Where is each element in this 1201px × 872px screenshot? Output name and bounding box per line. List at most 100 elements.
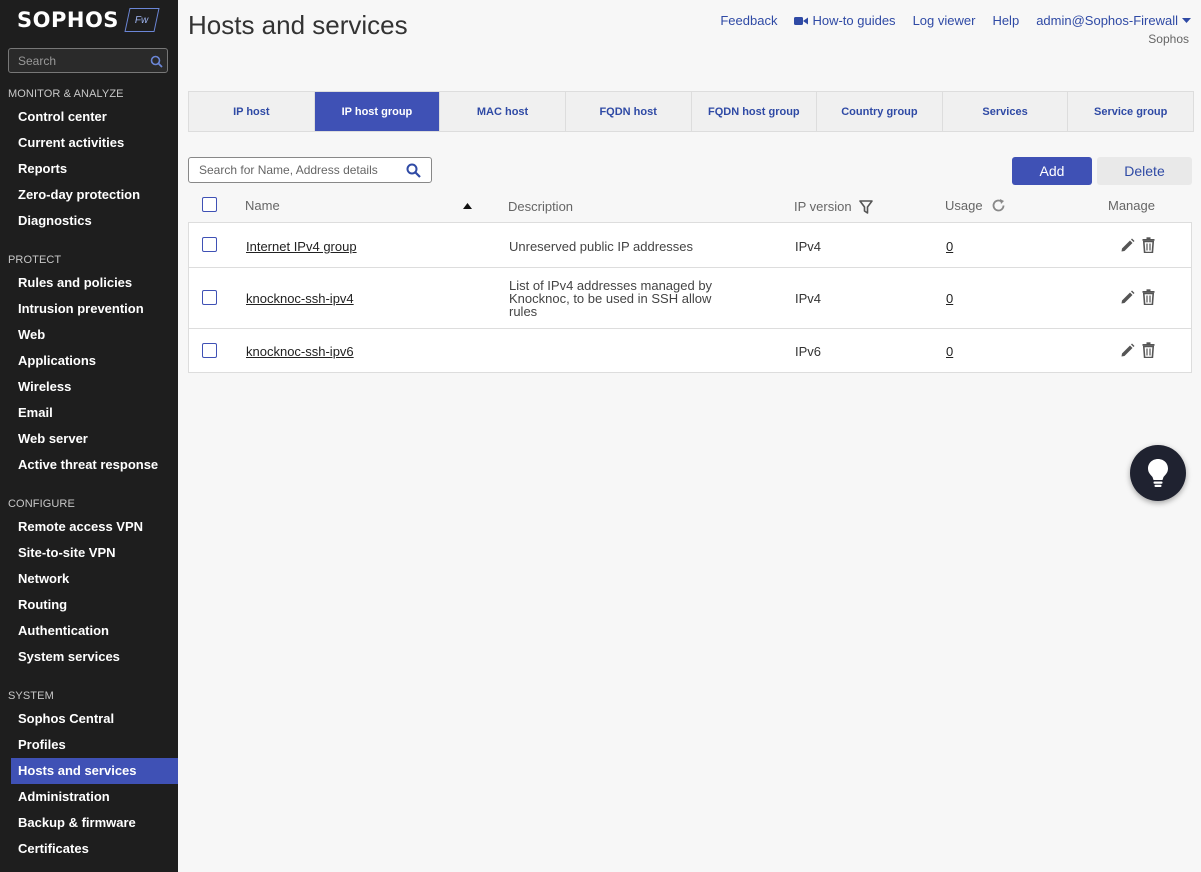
nav-web-server[interactable]: Web server (11, 426, 178, 452)
top-links: Feedback How-to guides Log viewer Help a… (703, 13, 1191, 28)
table-row: knocknoc-ssh-ipv6 IPv6 0 (189, 329, 1191, 372)
nav-reports[interactable]: Reports (11, 156, 178, 182)
row-usage-link[interactable]: 0 (946, 344, 953, 359)
section-configure: CONFIGURE (8, 498, 75, 510)
nav-backup-firmware[interactable]: Backup & firmware (11, 810, 178, 836)
column-name[interactable]: Name (245, 198, 280, 213)
sophos-logo[interactable]: SOPHOS Fw (17, 6, 160, 34)
row-ip-version: IPv6 (795, 344, 822, 359)
nav-sophos-central[interactable]: Sophos Central (11, 706, 178, 732)
howto-guides-link[interactable]: How-to guides (794, 13, 896, 28)
tab-service-group[interactable]: Service group (1068, 92, 1193, 131)
column-name-label: Name (245, 198, 280, 213)
table-body: Internet IPv4 group Unreserved public IP… (188, 223, 1192, 373)
column-manage-label: Manage (1108, 198, 1155, 213)
column-description: Description (508, 199, 573, 214)
help-link[interactable]: Help (992, 13, 1019, 28)
feedback-link[interactable]: Feedback (720, 13, 777, 28)
nav-web[interactable]: Web (11, 322, 178, 348)
tab-country-group[interactable]: Country group (817, 92, 943, 131)
nav-control-center[interactable]: Control center (11, 104, 178, 130)
row-ip-version: IPv4 (795, 239, 822, 254)
tab-ip-host-group[interactable]: IP host group (314, 92, 441, 131)
nav-profiles[interactable]: Profiles (11, 732, 178, 758)
grid-search[interactable] (188, 157, 432, 183)
tab-fqdn-host-group[interactable]: FQDN host group (692, 92, 818, 131)
nav-wireless[interactable]: Wireless (11, 374, 178, 400)
nav-current-activities[interactable]: Current activities (11, 130, 178, 156)
row-name-link[interactable]: knocknoc-ssh-ipv6 (246, 344, 354, 359)
howto-guides-label: How-to guides (812, 13, 896, 28)
nav-zero-day-protection[interactable]: Zero-day protection (11, 182, 178, 208)
sidebar-search[interactable] (8, 48, 168, 73)
refresh-icon[interactable] (991, 198, 1006, 213)
grid-search-input[interactable] (189, 158, 399, 182)
tab-ip-host[interactable]: IP host (189, 92, 315, 131)
column-ip-version-label: IP version (794, 199, 852, 214)
sidebar-search-input[interactable] (9, 53, 145, 68)
nav-certificates[interactable]: Certificates (11, 836, 178, 862)
row-usage-link[interactable]: 0 (946, 239, 953, 254)
row-name-link[interactable]: Internet IPv4 group (246, 239, 357, 254)
row-checkbox[interactable] (202, 290, 217, 305)
nav-routing[interactable]: Routing (11, 592, 178, 618)
table-row: knocknoc-ssh-ipv4 List of IPv4 addresses… (189, 268, 1191, 329)
row-name-link[interactable]: knocknoc-ssh-ipv4 (246, 291, 354, 306)
section-system: SYSTEM (8, 690, 54, 702)
user-menu[interactable]: admin@Sophos-Firewall (1036, 13, 1191, 28)
tab-bar: IP host IP host group MAC host FQDN host… (188, 91, 1194, 132)
tab-services[interactable]: Services (943, 92, 1069, 131)
table-row: Internet IPv4 group Unreserved public IP… (189, 223, 1191, 268)
tab-mac-host[interactable]: MAC host (440, 92, 566, 131)
delete-button[interactable]: Delete (1097, 157, 1192, 185)
column-usage: Usage (945, 198, 1006, 213)
sort-ascending-icon[interactable] (463, 203, 472, 209)
tab-fqdn-host[interactable]: FQDN host (566, 92, 692, 131)
row-usage-link[interactable]: 0 (946, 291, 953, 306)
nav-diagnostics[interactable]: Diagnostics (11, 208, 178, 234)
column-description-label: Description (508, 199, 574, 214)
lightbulb-icon (1148, 459, 1168, 487)
lightbulb-help-button[interactable] (1130, 445, 1186, 501)
nav-remote-access-vpn[interactable]: Remote access VPN (11, 514, 178, 540)
nav-applications[interactable]: Applications (11, 348, 178, 374)
nav-authentication[interactable]: Authentication (11, 618, 178, 644)
nav-network[interactable]: Network (11, 566, 178, 592)
trash-icon[interactable] (1142, 342, 1155, 358)
row-ip-version: IPv4 (795, 291, 822, 306)
nav-hosts-and-services[interactable]: Hosts and services (11, 758, 178, 784)
video-camera-icon (794, 16, 809, 25)
row-description: List of IPv4 addresses managed by Knockn… (509, 278, 713, 319)
user-name: admin@Sophos-Firewall (1036, 13, 1178, 28)
search-icon[interactable] (150, 55, 163, 68)
nav-active-threat-response[interactable]: Active threat response (11, 452, 178, 478)
nav-administration[interactable]: Administration (11, 784, 178, 810)
section-protect: PROTECT (8, 254, 62, 266)
nav-rules-and-policies[interactable]: Rules and policies (11, 270, 178, 296)
trash-icon[interactable] (1142, 289, 1155, 305)
caret-down-icon (1182, 17, 1191, 23)
page-title: Hosts and services (188, 10, 408, 40)
trash-icon[interactable] (1142, 237, 1155, 253)
nav-system-services[interactable]: System services (11, 644, 178, 670)
log-viewer-link[interactable]: Log viewer (913, 13, 976, 28)
nav-intrusion-prevention[interactable]: Intrusion prevention (11, 296, 178, 322)
filter-icon[interactable] (858, 199, 873, 214)
column-usage-label: Usage (945, 198, 983, 213)
select-all-checkbox[interactable] (202, 197, 217, 212)
row-checkbox[interactable] (202, 237, 217, 252)
column-ip-version: IP version (794, 199, 873, 214)
nav-email[interactable]: Email (11, 400, 178, 426)
firewall-badge-text: Fw (135, 14, 149, 26)
column-manage: Manage (1108, 198, 1155, 213)
edit-pencil-icon[interactable] (1120, 343, 1135, 358)
sidebar: SOPHOS Fw MONITOR & ANALYZE Control cent… (0, 0, 178, 872)
search-icon[interactable] (406, 163, 421, 178)
nav-site-to-site-vpn[interactable]: Site-to-site VPN (11, 540, 178, 566)
row-checkbox[interactable] (202, 343, 217, 358)
edit-pencil-icon[interactable] (1120, 290, 1135, 305)
section-monitor: MONITOR & ANALYZE (8, 88, 124, 100)
add-button[interactable]: Add (1012, 157, 1092, 185)
firewall-badge: Fw (124, 8, 160, 32)
edit-pencil-icon[interactable] (1120, 238, 1135, 253)
